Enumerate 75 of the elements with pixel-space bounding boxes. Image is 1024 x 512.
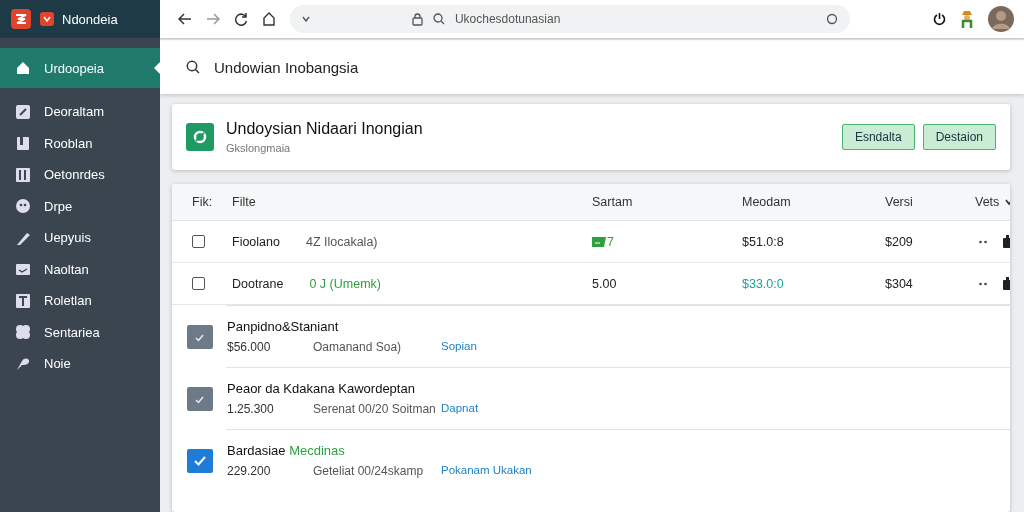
search-icon [432, 13, 445, 25]
table-cell: 4Z Ilocakala) [305, 234, 378, 249]
column-header[interactable]: Vets [975, 195, 1000, 209]
sidebar-item[interactable]: Drpe [0, 190, 160, 222]
text-icon [14, 291, 32, 310]
sidebar-item[interactable]: Urdoopeia [0, 48, 160, 88]
item-tag: Mecdinas [289, 443, 345, 458]
item-title: Peaor da Kdakana Kawordeptan [227, 381, 415, 396]
item-detail: Geteliat 00/24skamp [313, 464, 425, 478]
more-icon[interactable] [979, 239, 987, 244]
address-text: Ukochesdotunasian [454, 12, 561, 26]
table-cell-text: $51.0:8 [742, 234, 785, 249]
sidebar-item[interactable]: Noie [0, 348, 160, 380]
sidebar-item[interactable]: Sentariea [0, 316, 160, 348]
table-cell-text: $33.0:0 [742, 276, 785, 291]
item-title: Panpidno&Staniant [227, 319, 339, 334]
sidebar-item[interactable]: Oetonrdes [0, 159, 160, 191]
table-cell-text: $304 [885, 276, 914, 291]
reload-icon[interactable] [234, 12, 248, 26]
house-icon [14, 59, 32, 77]
bin-icon[interactable] [1003, 277, 1010, 290]
check-icon [193, 454, 207, 467]
item-amount: $56.000 [227, 340, 272, 354]
page-subtitle: Gkslongmaia [226, 142, 292, 154]
avatar-icon[interactable] [988, 6, 1014, 32]
table-cell: Dootrane [232, 276, 284, 291]
action-button[interactable]: Destaion [922, 124, 996, 150]
pencil-square-icon [14, 102, 32, 121]
search-bar[interactable]: Undowian Inobangsia [160, 40, 1024, 94]
cluster-icon [14, 323, 32, 342]
sidebar-item[interactable]: Naoltan [0, 253, 160, 285]
column-header[interactable]: Fik: [192, 195, 232, 209]
column-header[interactable]: Meodam [742, 195, 885, 209]
table-cell: 5.00 [592, 276, 617, 291]
home-icon[interactable] [262, 12, 276, 26]
sidebar-item[interactable]: Roletlan [0, 285, 160, 317]
checkbox[interactable] [192, 277, 205, 290]
table-cell: 7 [607, 234, 614, 249]
lock-icon [411, 12, 423, 26]
item-amount: 229.200 [227, 464, 272, 478]
back-arrow-icon[interactable] [178, 12, 192, 26]
badge-icon [40, 12, 54, 26]
caret-icon [302, 16, 310, 22]
document-icon [14, 134, 32, 153]
logo-icon [10, 8, 32, 30]
refresh-icon[interactable] [826, 13, 838, 25]
column-header[interactable]: Filte [232, 195, 592, 209]
sidebar-item[interactable]: Deoraltam [0, 96, 160, 128]
column-header[interactable]: Sartam [592, 195, 742, 209]
search-icon [186, 60, 200, 74]
table-cell-text: $209 [885, 234, 914, 249]
item-link[interactable]: Pokanam Ukakan [441, 464, 532, 478]
page-title: Undoysian Nidaari Inongian [226, 120, 423, 138]
sidebar-item[interactable]: Rooblan [0, 127, 160, 159]
forward-arrow-icon[interactable] [206, 12, 220, 26]
power-icon[interactable] [933, 12, 946, 26]
face-icon [14, 197, 32, 216]
bin-icon[interactable] [1003, 235, 1010, 248]
search-text: Undowian Inobangsia [214, 58, 359, 76]
checkbox[interactable] [192, 235, 205, 248]
figure-icon[interactable] [960, 9, 974, 29]
item-detail: Serenat 00/20 Soitman [313, 402, 437, 416]
table-cell: Fioolano [232, 234, 280, 249]
item-title: Bardasiae [227, 443, 286, 458]
item-detail: Oamanand Soa) [313, 340, 403, 354]
action-button[interactable]: Esndalta [841, 124, 915, 150]
table-cell: 0 J (Umemk) [309, 276, 381, 291]
more-icon[interactable] [979, 281, 987, 286]
brand-name: Ndondeia [62, 11, 118, 27]
checkbox[interactable] [187, 448, 213, 473]
item-amount: 1.25.300 [227, 402, 275, 416]
address-bar[interactable]: Ukochesdotunasian [290, 5, 850, 33]
column-header[interactable]: Versi [885, 195, 975, 209]
sidebar-item[interactable]: Uepyuis [0, 222, 160, 254]
columns-icon [14, 165, 32, 184]
